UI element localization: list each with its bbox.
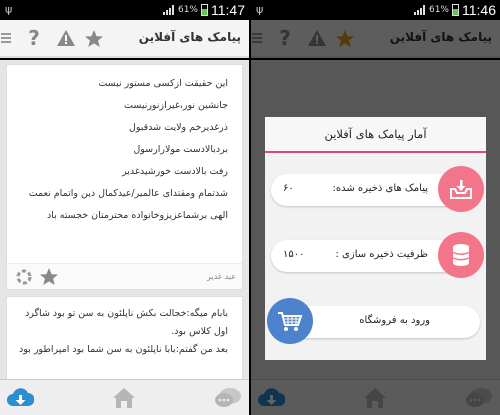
app-bar: ? پیامک های آفلاین [0,20,249,58]
message-line: رفت بالادست خورشیدغدیر [122,166,228,177]
right-screen: ψ 61% 11:46 ? پیامک های آفلاین [251,0,500,415]
saved-messages-row: ۶۰ پیامک های ذخیره شده: [271,166,484,212]
message-line: بعد من گفتم:بابا ناپلئون به سن شما بود ا… [19,344,228,355]
chat-icon[interactable] [214,384,242,412]
clock: 11:46 [462,2,496,18]
battery-icon [452,4,459,16]
capacity-row: ۱۵۰۰ ظرفیت ذخیره سازی : [271,232,484,278]
usb-icon: ψ [5,3,13,16]
message-line: شدتمام ومقتدای عالمیر/عیدکمال دین واتمام… [28,188,228,199]
database-icon [438,232,484,278]
home-icon[interactable] [110,384,138,412]
dialog-overlay[interactable]: آمار پیامک های آفلاین ۶۰ پیامک های ذخیره… [251,20,500,415]
star-icon[interactable] [84,26,104,50]
usb-icon: ψ [256,3,264,16]
store-label: ورود به فروشگاه [359,315,430,326]
message-card[interactable]: این حقیقت ازکسی مستور نیست جانشین نور،غی… [6,64,243,290]
dialog-title: آمار پیامک های آفلاین [265,117,486,153]
stats-dialog: آمار پیامک های آفلاین ۶۰ پیامک های ذخیره… [265,117,486,360]
menu-icon[interactable] [0,26,12,50]
warning-icon[interactable] [55,26,77,50]
message-line: الهی برشماعزیزوخانواده محترمتان خجسته با… [46,210,228,221]
messages-list[interactable]: این حقیقت ازکسی مستور نیست جانشین نور،غی… [0,60,249,386]
bottom-nav [0,379,249,415]
message-line: بابام میگه:خجالت بکش ناپلئون به سن تو بو… [25,308,228,319]
signal-icon [162,5,175,15]
signal-icon [413,5,426,15]
battery-icon [201,4,208,16]
loading-icon[interactable] [15,268,33,290]
battery-percent: 61% [177,5,198,15]
store-button[interactable]: ورود به فروشگاه [267,298,480,344]
message-category: عید غدیر [207,272,236,281]
message-line: ذرغدیرخم ولایت شدقبول [128,122,228,133]
message-text: بابام میگه:خجالت بکش ناپلئون به سن تو بو… [7,297,242,359]
message-line: این حقیقت ازکسی مستور نیست [98,78,228,89]
favorite-star-icon[interactable] [39,267,59,290]
message-line: جانشین نور،غیرازنورنیست [124,100,228,111]
inbox-download-icon [438,166,484,212]
saved-label: پیامک های ذخیره شده: [332,183,428,194]
capacity-value: ۱۵۰۰ [283,249,305,260]
clock: 11:47 [211,2,245,18]
app-title: پیامک های آفلاین [138,30,241,44]
message-line: بردبالادست مولارارسول [133,144,228,155]
status-bar: ψ 61% 11:46 [251,0,500,20]
saved-count: ۶۰ [283,183,294,194]
capacity-label: ظرفیت ذخیره سازی : [335,249,429,260]
status-bar: ψ 61% 11:47 [0,0,249,20]
help-icon[interactable]: ? [25,26,43,50]
message-text: این حقیقت ازکسی مستور نیست جانشین نور،غی… [7,65,242,227]
left-screen: ψ 61% 11:47 ? پیامک های آفلاین این حقیقت… [0,0,249,415]
cloud-download-icon[interactable] [6,384,34,412]
message-card[interactable]: بابام میگه:خجالت بکش ناپلئون به سن تو بو… [6,296,243,386]
cart-icon [267,298,313,344]
message-line: اول کلاس بود. [171,326,228,337]
battery-percent: 61% [428,5,449,15]
card-footer: عید غدیر [7,263,242,289]
